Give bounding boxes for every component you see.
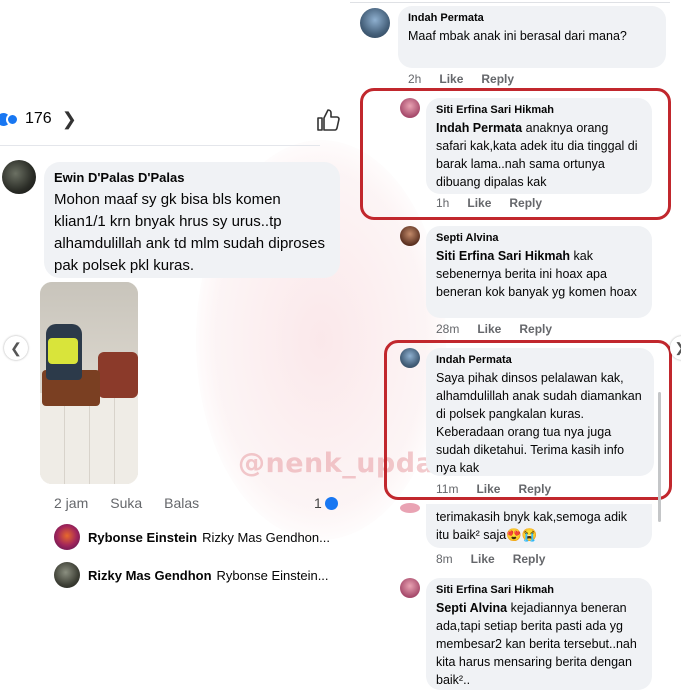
comment-text: Indah Permata anaknya orang safari kak,k… bbox=[436, 121, 638, 189]
like-link[interactable]: Suka bbox=[110, 495, 142, 511]
reply-preview[interactable]: Rybonse Einstein Rizky Mas Gendhon... bbox=[54, 524, 330, 550]
reaction-summary[interactable]: 176 ❯ bbox=[0, 104, 77, 134]
comment-time: 1h bbox=[436, 196, 450, 210]
comment-bubble: Ewin D'Palas D'Palas Mohon maaf sy gk bi… bbox=[44, 162, 340, 278]
comment-meta: 11m Like Reply bbox=[436, 482, 551, 496]
mention-link[interactable]: Siti Erfina Sari Hikmah bbox=[436, 249, 570, 263]
mention-link[interactable]: Indah Permata bbox=[436, 121, 522, 135]
comment-author[interactable]: Indah Permata bbox=[408, 12, 656, 24]
avatar bbox=[54, 524, 80, 550]
like-link[interactable]: Like bbox=[439, 72, 463, 86]
comment-meta: 28m Like Reply bbox=[436, 322, 552, 336]
reply-author: Rybonse Einstein bbox=[88, 529, 198, 545]
reply-link[interactable]: Reply bbox=[513, 552, 546, 566]
like-reaction-icon bbox=[324, 496, 338, 510]
divider bbox=[350, 2, 670, 3]
comment-bubble: Siti Erfina Sari Hikmah Indah Permata an… bbox=[426, 98, 652, 194]
mention-link[interactable]: Septi Alvina bbox=[436, 601, 507, 615]
love-reaction-icon bbox=[6, 112, 19, 126]
avatar[interactable] bbox=[400, 578, 420, 598]
like-count-number: 1 bbox=[314, 495, 322, 511]
chevron-right-icon: ❯ bbox=[61, 108, 77, 129]
avatar[interactable] bbox=[400, 348, 420, 368]
comment-like-count[interactable]: 1 bbox=[314, 495, 338, 511]
avatar bbox=[54, 562, 80, 588]
right-screenshot: Indah Permata Maaf mbak anak ini berasal… bbox=[350, 0, 681, 700]
comment-time: 28m bbox=[436, 322, 460, 336]
comment-author[interactable]: Septi Alvina bbox=[436, 232, 642, 244]
comment-bubble: Septi Alvina Siti Erfina Sari Hikmah kak… bbox=[426, 226, 652, 318]
comment-author[interactable]: Ewin D'Palas D'Palas bbox=[54, 170, 330, 185]
reply-link[interactable]: Reply bbox=[481, 72, 514, 86]
comment-author[interactable]: Siti Erfina Sari Hikmah bbox=[436, 104, 642, 116]
avatar[interactable] bbox=[400, 503, 420, 513]
comment-meta: 1h Like Reply bbox=[436, 196, 542, 210]
reply-snippet: Rybonse Einstein... bbox=[216, 567, 329, 583]
comment-bubble: terimakasih bnyk kak,semoga adik itu bai… bbox=[426, 504, 652, 548]
comment-photo[interactable] bbox=[40, 282, 138, 484]
divider bbox=[0, 145, 320, 146]
reply-snippet: Rizky Mas Gendhon... bbox=[202, 529, 330, 545]
reaction-count: 176 bbox=[25, 110, 52, 127]
like-link[interactable]: Like bbox=[467, 196, 491, 210]
comment-time: 2 jam bbox=[54, 495, 89, 511]
comment-time: 2h bbox=[408, 72, 422, 86]
comment-meta: 2h Like Reply bbox=[408, 72, 514, 86]
thumbs-up-icon[interactable] bbox=[316, 108, 340, 132]
comment-text: Mohon maaf sy gk bisa bls komen klian1/1… bbox=[54, 191, 325, 274]
comment-meta: 8m Like Reply bbox=[436, 552, 545, 566]
comment-bubble: Indah Permata Maaf mbak anak ini berasal… bbox=[398, 6, 666, 68]
comment-text: terimakasih bnyk kak,semoga adik itu bai… bbox=[436, 510, 628, 542]
left-screenshot: 176 ❯ Ewin D'Palas D'Palas Mohon maaf sy… bbox=[0, 0, 350, 700]
reply-author: Rizky Mas Gendhon bbox=[88, 567, 212, 583]
comment-author[interactable]: Siti Erfina Sari Hikmah bbox=[436, 584, 642, 596]
reply-preview[interactable]: Rizky Mas Gendhon Rybonse Einstein... bbox=[54, 562, 329, 588]
comment-author[interactable]: Indah Permata bbox=[436, 354, 644, 366]
reply-link[interactable]: Reply bbox=[519, 322, 552, 336]
comment-meta: 2 jam Suka Balas bbox=[54, 495, 199, 511]
comment-bubble: Siti Erfina Sari Hikmah Septi Alvina kej… bbox=[426, 578, 652, 690]
comment-text: Maaf mbak anak ini berasal dari mana? bbox=[408, 29, 627, 43]
reply-link[interactable]: Reply bbox=[518, 482, 551, 496]
avatar[interactable] bbox=[2, 160, 36, 194]
comment-bubble: Indah Permata Saya pihak dinsos pelalawa… bbox=[426, 348, 654, 476]
reply-link[interactable]: Reply bbox=[509, 196, 542, 210]
comment-text: Septi Alvina kejadiannya beneran ada,tap… bbox=[436, 601, 637, 687]
comment-time: 11m bbox=[436, 482, 459, 496]
comment-text: Saya pihak dinsos pelalawan kak, alhamdu… bbox=[436, 371, 642, 475]
carousel-prev-icon[interactable]: ❮ bbox=[4, 336, 28, 360]
scrollbar[interactable] bbox=[658, 392, 661, 522]
comment-time: 8m bbox=[436, 552, 453, 566]
avatar[interactable] bbox=[360, 8, 390, 38]
like-link[interactable]: Like bbox=[476, 482, 500, 496]
like-link[interactable]: Like bbox=[471, 552, 495, 566]
avatar[interactable] bbox=[400, 98, 420, 118]
avatar[interactable] bbox=[400, 226, 420, 246]
comment-text: Siti Erfina Sari Hikmah kak sebenernya b… bbox=[436, 249, 637, 299]
reply-link[interactable]: Balas bbox=[164, 495, 199, 511]
like-link[interactable]: Like bbox=[477, 322, 501, 336]
